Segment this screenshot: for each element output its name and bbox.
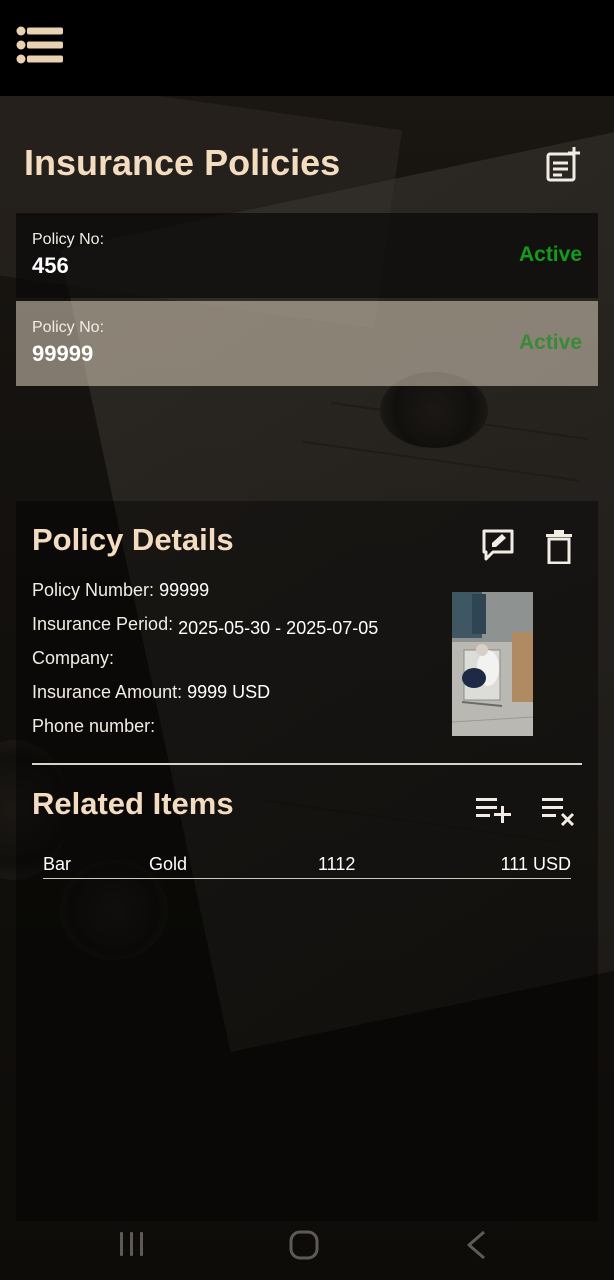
status-badge: Active	[518, 331, 582, 354]
policy-label: Policy No:	[32, 319, 105, 336]
field-value: 2025-05-30 - 2025-07-05	[178, 618, 379, 638]
field-policy-number: Policy Number: 99999	[32, 580, 209, 601]
item-value: 111 USD	[500, 854, 571, 874]
policy-label: Policy No:	[32, 231, 105, 248]
policy-number: 456	[32, 253, 69, 278]
recent-apps-icon[interactable]	[118, 1231, 146, 1257]
field-company: Company:	[32, 648, 114, 669]
policy-card[interactable]: Policy No: 456 Active	[16, 213, 598, 298]
field-insurance-period: Insurance Period: 2025-05-30 - 2025-07-0…	[32, 614, 379, 638]
field-label: Phone number:	[32, 716, 156, 736]
playlist-remove-icon[interactable]	[541, 796, 575, 826]
app-bar	[0, 0, 614, 96]
playlist-add-icon[interactable]	[475, 796, 511, 824]
home-icon[interactable]	[289, 1230, 319, 1260]
policy-photo-thumbnail[interactable]	[452, 592, 533, 736]
field-value: 9999 USD	[187, 682, 271, 702]
policy-card-selected[interactable]: Policy No: 99999 Active	[16, 301, 598, 386]
item-material: Gold	[149, 854, 188, 874]
field-label: Insurance Amount:	[32, 682, 183, 702]
field-value: 99999	[159, 580, 210, 600]
note-add-icon[interactable]	[545, 146, 581, 182]
field-label: Policy Number:	[32, 580, 155, 600]
policy-number: 99999	[32, 341, 94, 366]
status-badge: Active	[518, 243, 582, 266]
field-phone-number: Phone number:	[32, 716, 155, 737]
page-title: Insurance Policies	[24, 142, 341, 183]
item-code: 1112	[318, 854, 356, 874]
edit-comment-icon[interactable]	[481, 528, 515, 562]
field-insurance-amount: Insurance Amount: 9999 USD	[32, 682, 270, 703]
section-divider	[32, 763, 582, 765]
related-items-title: Related Items	[32, 786, 234, 821]
list-item[interactable]: Bar Gold 1112 111 USD	[43, 852, 571, 879]
trash-icon[interactable]	[545, 530, 573, 564]
menu-list-icon[interactable]	[16, 26, 64, 66]
details-title: Policy Details	[32, 522, 234, 557]
field-label: Insurance Period:	[32, 614, 174, 634]
item-name: Bar	[43, 854, 72, 874]
back-icon[interactable]	[464, 1230, 488, 1260]
field-label: Company:	[32, 648, 115, 668]
